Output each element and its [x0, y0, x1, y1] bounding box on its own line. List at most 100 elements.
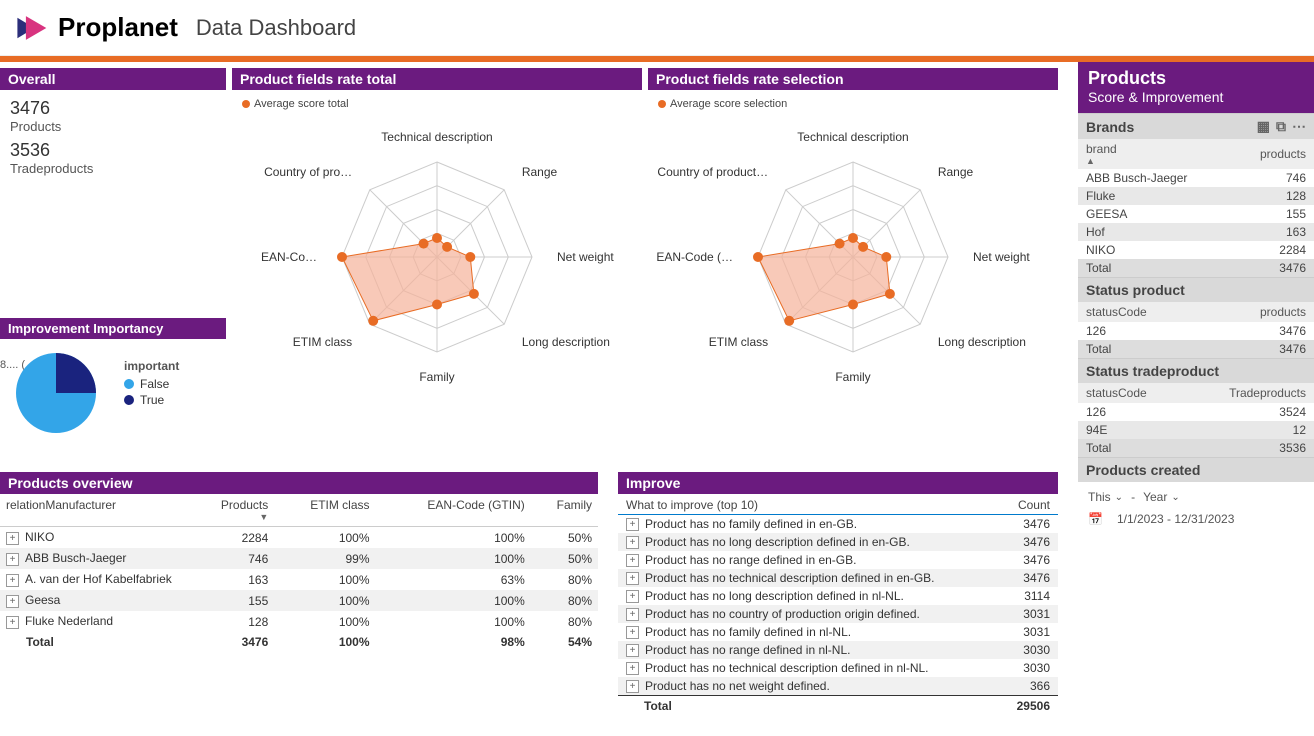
filter-pane-header: Products Score & Improvement [1078, 62, 1314, 113]
table-row[interactable]: ABB Busch-Jaeger746 [1078, 169, 1314, 187]
expand-icon[interactable]: + [626, 518, 639, 531]
radar-selection-title: Product fields rate selection [648, 68, 1058, 90]
filter-icon[interactable]: ▦ [1257, 118, 1270, 135]
status-trade-title: Status tradeproduct [1086, 363, 1219, 379]
radar-total-legend[interactable]: Average score total [242, 98, 349, 110]
table-row[interactable]: 94E12 [1078, 421, 1314, 439]
brands-section: Brands ▦ ⧉ ⋯ brand▲ products ABB Busch-J… [1078, 113, 1314, 277]
improvement-panel: Improvement Importancy 8.... (...) impor… [0, 318, 226, 447]
brands-col-brand[interactable]: brand▲ [1078, 139, 1232, 169]
table-row[interactable]: 1263476 [1078, 322, 1314, 340]
expand-icon[interactable]: + [6, 574, 19, 587]
table-row[interactable]: Hof163 [1078, 223, 1314, 241]
col-manufacturer[interactable]: relationManufacturer [0, 494, 190, 527]
list-item[interactable]: +Product has no technical description de… [618, 569, 1058, 587]
brands-col-products[interactable]: products [1232, 139, 1314, 169]
logo-text: Proplanet [58, 12, 178, 43]
products-overview-panel: Products overview relationManufacturer P… [0, 472, 598, 652]
more-icon[interactable]: ⋯ [1292, 118, 1306, 135]
expand-icon[interactable]: + [626, 680, 639, 693]
sp-col-products[interactable]: products [1208, 302, 1314, 322]
logo-icon [14, 11, 48, 45]
table-row[interactable]: +A. van der Hof Kabelfabriek163100%63%80… [0, 569, 598, 590]
table-row[interactable]: GEESA155 [1078, 205, 1314, 223]
col-ean[interactable]: EAN-Code (GTIN) [376, 494, 531, 527]
products-overview-title: Products overview [0, 472, 598, 494]
table-row[interactable]: +NIKO2284100%100%50% [0, 527, 598, 549]
table-total-row: Total3476 [1078, 259, 1314, 277]
expand-icon[interactable]: + [6, 553, 19, 566]
col-products[interactable]: Products▼ [190, 494, 274, 527]
improve-col-what[interactable]: What to improve (top 10) [626, 498, 758, 512]
focus-icon[interactable]: ⧉ [1276, 118, 1286, 135]
table-row[interactable]: NIKO2284 [1078, 241, 1314, 259]
radar-axis-label: Family [835, 370, 870, 384]
expand-icon[interactable]: + [626, 626, 639, 639]
radar-axis-label: EAN-Co… [261, 250, 317, 264]
status-trade-table[interactable]: statusCode Tradeproducts 126352494E12Tot… [1078, 383, 1314, 457]
list-item[interactable]: +Product has no technical description de… [618, 659, 1058, 677]
expand-icon[interactable]: + [626, 608, 639, 621]
table-row[interactable]: +Geesa155100%100%80% [0, 590, 598, 611]
legend-title: important [124, 359, 179, 373]
list-item[interactable]: +Product has no range defined in en-GB.3… [618, 551, 1058, 569]
improve-title: Improve [618, 472, 1058, 494]
radar-axis-label: Technical description [797, 130, 908, 144]
table-row[interactable]: Fluke128 [1078, 187, 1314, 205]
table-total-row: Total3476100%98%54% [0, 632, 598, 652]
brands-table[interactable]: brand▲ products ABB Busch-Jaeger746Fluke… [1078, 139, 1314, 277]
list-item[interactable]: +Product has no long description defined… [618, 533, 1058, 551]
list-item[interactable]: +Product has no range defined in nl-NL.3… [618, 641, 1058, 659]
list-item[interactable]: +Product has no family defined in en-GB.… [618, 515, 1058, 533]
radar-axis-label: EAN-Code (… [656, 250, 733, 264]
legend-true[interactable]: True [124, 393, 179, 407]
table-total-row: Total3536 [1078, 439, 1314, 457]
st-col-products[interactable]: Tradeproducts [1185, 383, 1314, 403]
list-item[interactable]: +Product has no net weight defined.366 [618, 677, 1058, 695]
expand-icon[interactable]: + [626, 644, 639, 657]
radar-axis-label: ETIM class [709, 335, 768, 349]
legend-false[interactable]: False [124, 377, 179, 391]
sort-desc-icon: ▼ [196, 512, 268, 522]
pie-legend: important False True [124, 359, 179, 409]
radar-total-title: Product fields rate total [232, 68, 642, 90]
radar-axis-label: Net weight [973, 250, 1030, 264]
expand-icon[interactable]: + [626, 572, 639, 585]
table-row[interactable]: +Fluke Nederland128100%100%80% [0, 611, 598, 632]
improve-col-count[interactable]: Count [1018, 498, 1050, 512]
expand-icon[interactable]: + [6, 616, 19, 629]
overall-products-label: Products [10, 119, 216, 134]
st-col-code[interactable]: statusCode [1078, 383, 1185, 403]
radar-axis-label: Range [938, 165, 973, 179]
expand-icon[interactable]: + [626, 662, 639, 675]
radar-axis-label: Long description [522, 335, 610, 349]
col-family[interactable]: Family [531, 494, 598, 527]
sp-col-code[interactable]: statusCode [1078, 302, 1208, 322]
radar-selection-legend[interactable]: Average score selection [658, 98, 787, 110]
expand-icon[interactable]: + [626, 554, 639, 567]
improve-total-label: Total [626, 699, 1000, 713]
col-etim[interactable]: ETIM class [274, 494, 375, 527]
radar-axis-label: Country of pro… [264, 165, 352, 179]
radar-total-panel: Product fields rate total Average score … [232, 68, 642, 408]
expand-icon[interactable]: + [6, 532, 19, 545]
pie-chart[interactable] [6, 343, 106, 443]
expand-icon[interactable]: + [6, 595, 19, 608]
overall-trade-count: 3536 [10, 140, 216, 161]
radar-axis-label: Net weight [557, 250, 614, 264]
table-row[interactable]: +ABB Busch-Jaeger74699%100%50% [0, 548, 598, 569]
list-item[interactable]: +Product has no long description defined… [618, 587, 1058, 605]
radar-axis-label: Technical description [381, 130, 492, 144]
right-title: Products [1088, 68, 1304, 89]
products-overview-table[interactable]: relationManufacturer Products▼ ETIM clas… [0, 494, 598, 652]
period-year-dropdown[interactable]: Year⌄ [1143, 490, 1180, 504]
expand-icon[interactable]: + [626, 590, 639, 603]
table-row[interactable]: 1263524 [1078, 403, 1314, 421]
status-product-table[interactable]: statusCode products 1263476Total3476 [1078, 302, 1314, 358]
list-item[interactable]: +Product has no family defined in nl-NL.… [618, 623, 1058, 641]
status-product-section: Status product statusCode products 12634… [1078, 277, 1314, 358]
calendar-icon[interactable]: 📅 [1088, 512, 1103, 526]
expand-icon[interactable]: + [626, 536, 639, 549]
period-this-dropdown[interactable]: This⌄ [1088, 490, 1123, 504]
list-item[interactable]: +Product has no country of production or… [618, 605, 1058, 623]
